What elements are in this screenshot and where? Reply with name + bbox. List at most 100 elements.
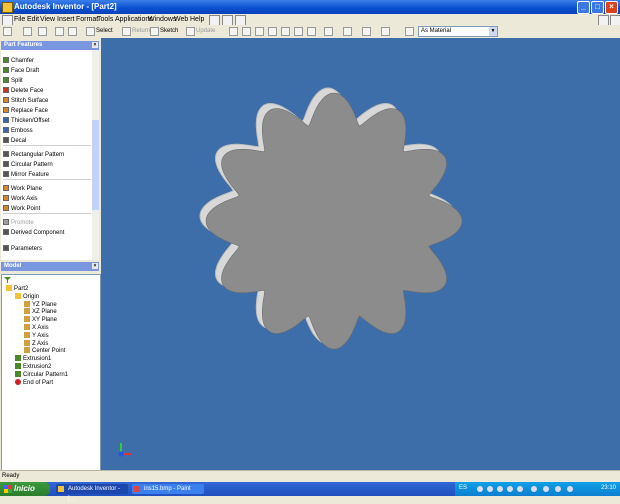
sketch-icon[interactable] <box>150 27 159 36</box>
tree-item-extrusion2[interactable]: Extrusion2 <box>15 363 51 370</box>
tree-item-xy-plane[interactable]: XY Plane <box>24 316 57 323</box>
filter-icon[interactable] <box>4 277 11 283</box>
shadow-icon[interactable] <box>343 27 352 36</box>
feature-derived-component[interactable]: Derived Component <box>3 229 64 236</box>
feature-delete-face[interactable]: Delete Face <box>3 87 43 94</box>
feature-chamfer[interactable]: Chamfer <box>3 57 34 64</box>
save-icon[interactable] <box>38 27 47 36</box>
media-next-icon[interactable] <box>517 486 523 492</box>
parameters-button[interactable]: Parameters <box>3 245 42 252</box>
features-scrollbar[interactable] <box>92 50 99 260</box>
media-prev-icon[interactable] <box>477 486 483 492</box>
system-tray: ES 23:10 <box>455 482 620 496</box>
look-at-icon[interactable] <box>307 27 316 36</box>
taskbar-item-inventor[interactable]: Autodesk Inventor - [... <box>56 484 128 502</box>
pan-icon[interactable] <box>268 27 277 36</box>
tree-item-y-axis[interactable]: Y Axis <box>24 331 49 339</box>
feature-face-draft[interactable]: Face Draft <box>3 67 39 74</box>
tree-item-circular-pattern1[interactable]: Circular Pattern1 <box>15 370 68 378</box>
menu-insert[interactable]: Insert <box>57 16 75 23</box>
material-select[interactable]: As Material ▼ <box>418 26 498 37</box>
camera-icon[interactable] <box>362 27 371 36</box>
menu-file[interactable]: File <box>14 16 25 23</box>
start-button[interactable]: Inicio <box>0 482 50 496</box>
part-features-list: Chamfer Face Draft Split Delete Face Stitch … <box>1 50 92 260</box>
tree-item-center-point[interactable]: Center Point <box>24 347 65 354</box>
zoom-selected-icon[interactable] <box>281 27 290 36</box>
tree-item-label: XZ Plane <box>32 309 57 316</box>
feature-replace-face[interactable]: Replace Face <box>3 107 48 114</box>
inventor-app-icon[interactable] <box>2 2 13 13</box>
minimize-button[interactable]: _ <box>577 1 590 14</box>
feature-promote[interactable]: Promote <box>3 219 34 226</box>
update-label[interactable]: Update <box>196 28 215 34</box>
maximize-button[interactable]: □ <box>591 1 604 14</box>
tree-item-z-axis[interactable]: Z Axis <box>24 339 48 347</box>
gear-part-model[interactable] <box>101 38 620 470</box>
feature-circular-pattern[interactable]: Circular Pattern <box>3 161 53 168</box>
media-stop-icon[interactable] <box>507 486 513 492</box>
tree-item-x-axis[interactable]: X Axis <box>24 324 49 331</box>
graphics-viewport[interactable] <box>101 38 620 470</box>
tree-item-end-of-part[interactable]: End of Part <box>15 378 54 386</box>
menu-edit[interactable]: Edit <box>27 16 39 23</box>
tree-item-origin[interactable]: Origin <box>15 292 39 300</box>
language-indicator[interactable]: ES <box>459 485 467 491</box>
feature-stitch-surface[interactable]: Stitch Surface <box>3 97 48 104</box>
feature-work-point[interactable]: Work Point <box>3 205 40 212</box>
tree-item-part2[interactable]: Part2 <box>6 285 28 292</box>
zoom-all-icon[interactable] <box>229 27 238 36</box>
tree-item-extrusion1[interactable]: Extrusion1 <box>15 355 51 362</box>
menu-tools[interactable]: Tools <box>97 16 113 23</box>
chevron-down-icon[interactable]: ▼ <box>489 27 497 36</box>
part-icon <box>6 285 12 291</box>
redo-icon[interactable] <box>68 27 77 36</box>
zoom-icon[interactable] <box>255 27 264 36</box>
tree-item-label: End of Part <box>23 379 54 386</box>
close-icon[interactable]: × <box>92 263 98 269</box>
tray-app-icon[interactable] <box>531 486 537 492</box>
menu-web[interactable]: Web <box>174 16 188 23</box>
analysis-icon[interactable] <box>381 27 390 36</box>
tray-security-icon[interactable] <box>567 486 573 492</box>
zoom-window-icon[interactable] <box>242 27 251 36</box>
menu-help[interactable]: Help <box>190 16 204 23</box>
select-tool-label[interactable]: Select <box>96 28 113 34</box>
media-play-icon[interactable] <box>487 486 493 492</box>
open-file-icon[interactable] <box>23 27 32 36</box>
tray-network-icon[interactable] <box>543 486 549 492</box>
feature-mirror-feature[interactable]: Mirror Feature <box>3 171 49 178</box>
return-icon[interactable] <box>122 27 131 36</box>
media-pause-icon[interactable] <box>497 486 503 492</box>
feature-rectangular-pattern[interactable]: Rectangular Pattern <box>3 151 64 158</box>
return-label[interactable]: Return <box>132 28 150 34</box>
menu-view[interactable]: View <box>40 16 55 23</box>
menu-windows[interactable]: Windows <box>148 16 176 23</box>
close-icon[interactable]: × <box>92 42 98 48</box>
tray-volume-icon[interactable] <box>555 486 561 492</box>
taskbar-item-paint[interactable]: ins15.bmp - Paint <box>132 484 204 494</box>
circular-pattern-icon <box>3 161 9 167</box>
tree-item-yz-plane[interactable]: YZ Plane <box>24 300 57 308</box>
model-header[interactable]: Model × <box>1 262 99 271</box>
color-icon[interactable] <box>405 27 414 36</box>
scrollbar-thumb[interactable] <box>92 120 99 210</box>
close-button[interactable]: × <box>605 1 618 14</box>
feature-emboss[interactable]: Emboss <box>3 127 33 134</box>
feature-work-plane[interactable]: Work Plane <box>3 185 42 192</box>
menu-format[interactable]: Format <box>76 16 98 23</box>
undo-icon[interactable] <box>55 27 64 36</box>
sketch-label[interactable]: Sketch <box>160 28 178 34</box>
feature-thicken-offset[interactable]: Thicken/Offset <box>3 117 50 124</box>
update-icon[interactable] <box>186 27 195 36</box>
feature-split[interactable]: Split <box>3 77 23 84</box>
feature-work-axis[interactable]: Work Axis <box>3 195 38 202</box>
display-mode-icon[interactable] <box>324 27 333 36</box>
select-tool-icon[interactable] <box>86 27 95 36</box>
new-file-icon[interactable] <box>3 27 12 36</box>
part-features-header[interactable]: Part Features × <box>1 41 99 50</box>
feature-label: Work Plane <box>11 186 42 192</box>
tree-item-xz-plane[interactable]: XZ Plane <box>24 308 57 315</box>
feature-decal[interactable]: Decal <box>3 137 26 144</box>
rotate-icon[interactable] <box>294 27 303 36</box>
